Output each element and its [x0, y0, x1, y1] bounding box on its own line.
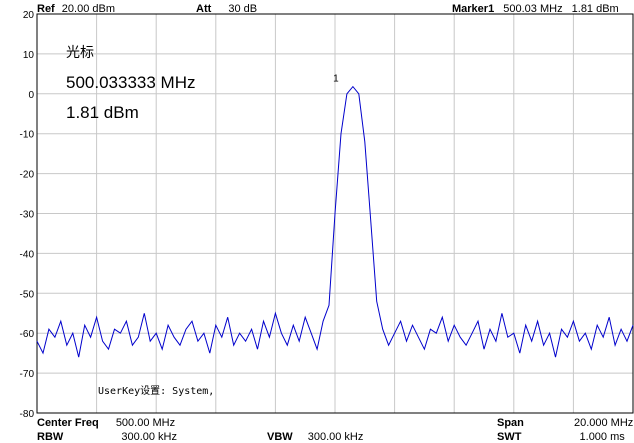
span-readout: Span 20.000 MHz: [497, 417, 633, 429]
y-tick-label: 10: [23, 50, 35, 61]
rbw-readout: RBW 300.00 kHz: [37, 431, 177, 443]
y-tick-label: -20: [20, 170, 35, 181]
swt-readout: SWT 1.000 ms: [497, 431, 625, 443]
y-tick-label: -40: [20, 249, 35, 260]
center-freq-value: 500.00 MHz: [115, 417, 176, 429]
y-tick-label: -60: [20, 329, 35, 340]
vbw-label: VBW: [267, 431, 293, 443]
y-tick-label: -30: [20, 210, 35, 221]
rbw-label: RBW: [37, 431, 64, 443]
span-value: 20.000 MHz: [573, 417, 634, 429]
center-freq-readout: Center Freq 500.00 MHz: [37, 417, 175, 429]
y-tick-label: -50: [20, 289, 35, 300]
status-text: UserKey设置: System,: [98, 385, 214, 397]
y-tick-labels: 20 10 0 -10 -20 -30 -40 -50 -60 -70 -80: [20, 10, 35, 420]
y-tick-label: 20: [23, 10, 35, 21]
vbw-readout: VBW 300.00 kHz: [267, 431, 363, 443]
marker-box-title: 光标: [66, 45, 94, 61]
y-tick-label: 0: [28, 90, 34, 101]
swt-value: 1.000 ms: [579, 431, 625, 443]
marker-box-level: 1.81 dBm: [66, 103, 139, 122]
vbw-value: 300.00 kHz: [307, 431, 364, 443]
span-label: Span: [497, 417, 524, 429]
y-tick-label: -70: [20, 369, 35, 380]
marker-box-freq: 500.033333 MHz: [66, 73, 195, 92]
y-tick-label: -10: [20, 130, 35, 141]
swt-label: SWT: [497, 431, 522, 443]
spectrum-plot: 20 10 0 -10 -20 -30 -40 -50 -60 -70 -80 1 光标 500.0…: [20, 10, 634, 420]
marker-peak-label: 1: [333, 74, 339, 85]
rbw-value: 300.00 kHz: [121, 431, 177, 443]
y-tick-label: -80: [20, 409, 35, 420]
center-freq-label: Center Freq: [37, 417, 99, 429]
